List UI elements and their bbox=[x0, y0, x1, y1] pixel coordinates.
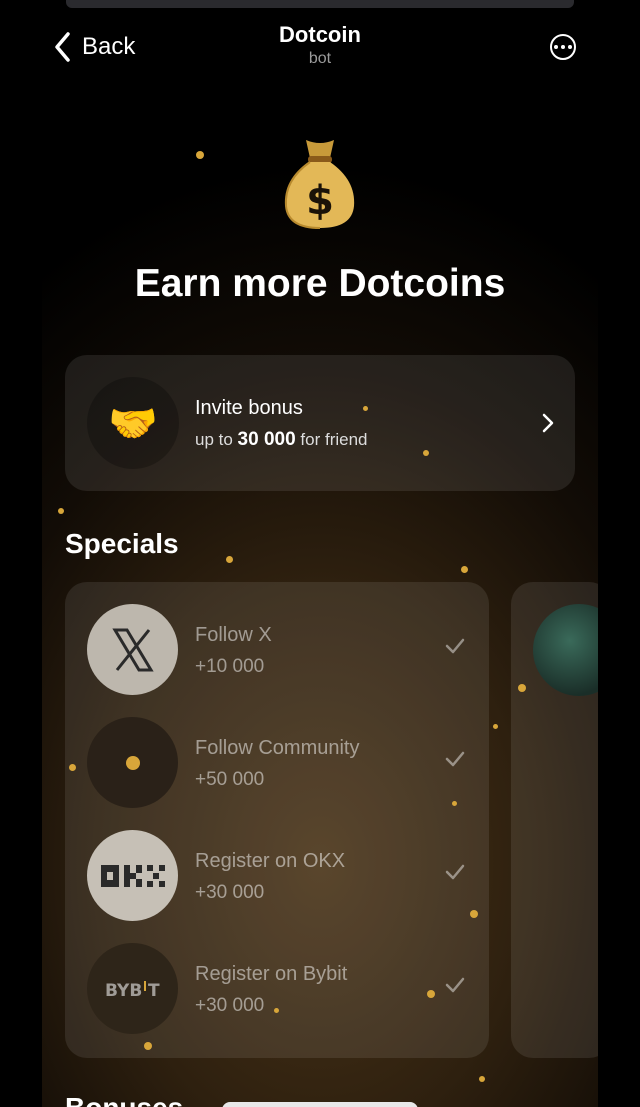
sparkle-dot bbox=[144, 1042, 152, 1050]
specials-panel: Follow X +10 000 Follow Community +50 00… bbox=[65, 582, 489, 1058]
more-options-button[interactable] bbox=[550, 34, 576, 60]
task-register-bybit[interactable]: BYB T Register on Bybit +30 000 bbox=[65, 921, 489, 1034]
svg-text:BYB: BYB bbox=[105, 981, 142, 999]
specials-heading: Specials bbox=[65, 528, 179, 559]
invite-label: Invite bonus bbox=[195, 397, 303, 419]
svg-text:$: $ bbox=[306, 178, 334, 224]
sparkle-dot bbox=[58, 508, 64, 514]
sparkle-dot bbox=[226, 556, 233, 563]
more-dot bbox=[561, 45, 565, 49]
check-icon bbox=[445, 638, 465, 654]
x-logo-icon bbox=[87, 604, 178, 695]
headline: Earn more Dotcoins bbox=[134, 262, 506, 305]
money-bag-icon: $ bbox=[284, 140, 355, 229]
task-name: Register on Bybit bbox=[195, 963, 348, 985]
page-title: Dotcoin bbox=[279, 22, 361, 47]
task-follow-community[interactable]: Follow Community +50 000 bbox=[65, 695, 489, 808]
title-block: Dotcoin bot bbox=[42, 22, 598, 68]
svg-text:T: T bbox=[148, 981, 160, 999]
task-reward: +10 000 bbox=[195, 656, 265, 677]
check-icon bbox=[445, 864, 465, 880]
nav-bar: Back Dotcoin bot bbox=[42, 20, 598, 80]
bybit-logo-icon: BYB T bbox=[87, 943, 178, 1034]
bonuses-heading: Bonuses bbox=[65, 1092, 183, 1107]
sparkle-dot bbox=[196, 151, 204, 159]
task-name: Follow X bbox=[195, 624, 272, 646]
sparkle-dot bbox=[518, 684, 526, 692]
invite-sub-suffix: for friend bbox=[300, 430, 368, 449]
chevron-right-icon bbox=[542, 413, 554, 433]
sparkle-dot bbox=[274, 1008, 279, 1013]
task-register-okx[interactable]: Register on OKX +30 000 bbox=[65, 808, 489, 921]
invite-bonus-card[interactable]: 🤝 Invite bonus up to 30 000 for friend bbox=[65, 355, 575, 491]
invite-icon-circle: 🤝 bbox=[87, 377, 179, 469]
bonus-pill bbox=[222, 1102, 418, 1107]
sparkle-dot bbox=[69, 764, 76, 771]
task-reward: +30 000 bbox=[195, 882, 265, 903]
sparkle-dot bbox=[452, 801, 457, 806]
invite-sub-prefix: up to bbox=[195, 430, 233, 449]
sparkle-dot bbox=[461, 566, 468, 573]
sparkle-dot bbox=[363, 406, 368, 411]
sparkle-dot bbox=[479, 1076, 485, 1082]
check-icon bbox=[445, 751, 465, 767]
task-name: Follow Community bbox=[195, 737, 360, 759]
handshake-icon: 🤝 bbox=[108, 401, 158, 446]
community-dot bbox=[125, 755, 140, 770]
task-name: Register on OKX bbox=[195, 850, 346, 872]
sparkle-dot bbox=[470, 910, 478, 918]
top-strip bbox=[66, 0, 574, 8]
mini-app-screen: Back Dotcoin bot $ Earn more Dotcoins 🤝 … bbox=[42, 0, 598, 1107]
page-subtitle: bot bbox=[308, 50, 332, 67]
invite-amount: 30 000 bbox=[237, 429, 296, 450]
task-follow-x[interactable]: Follow X +10 000 bbox=[65, 582, 489, 695]
task-reward: +30 000 bbox=[195, 995, 265, 1016]
check-icon bbox=[445, 977, 465, 993]
invite-sub: up to 30 000 for friend bbox=[195, 429, 368, 451]
sparkle-dot bbox=[427, 990, 435, 998]
more-dot bbox=[568, 45, 572, 49]
sparkle-dot bbox=[423, 450, 429, 456]
more-dot bbox=[554, 45, 558, 49]
community-dot-icon bbox=[87, 717, 178, 808]
task-reward: +50 000 bbox=[195, 769, 265, 790]
okx-logo-icon bbox=[87, 830, 178, 921]
specials-panel-next[interactable] bbox=[511, 582, 598, 1058]
next-task-avatar-icon bbox=[533, 604, 598, 696]
sparkle-dot bbox=[493, 724, 498, 729]
